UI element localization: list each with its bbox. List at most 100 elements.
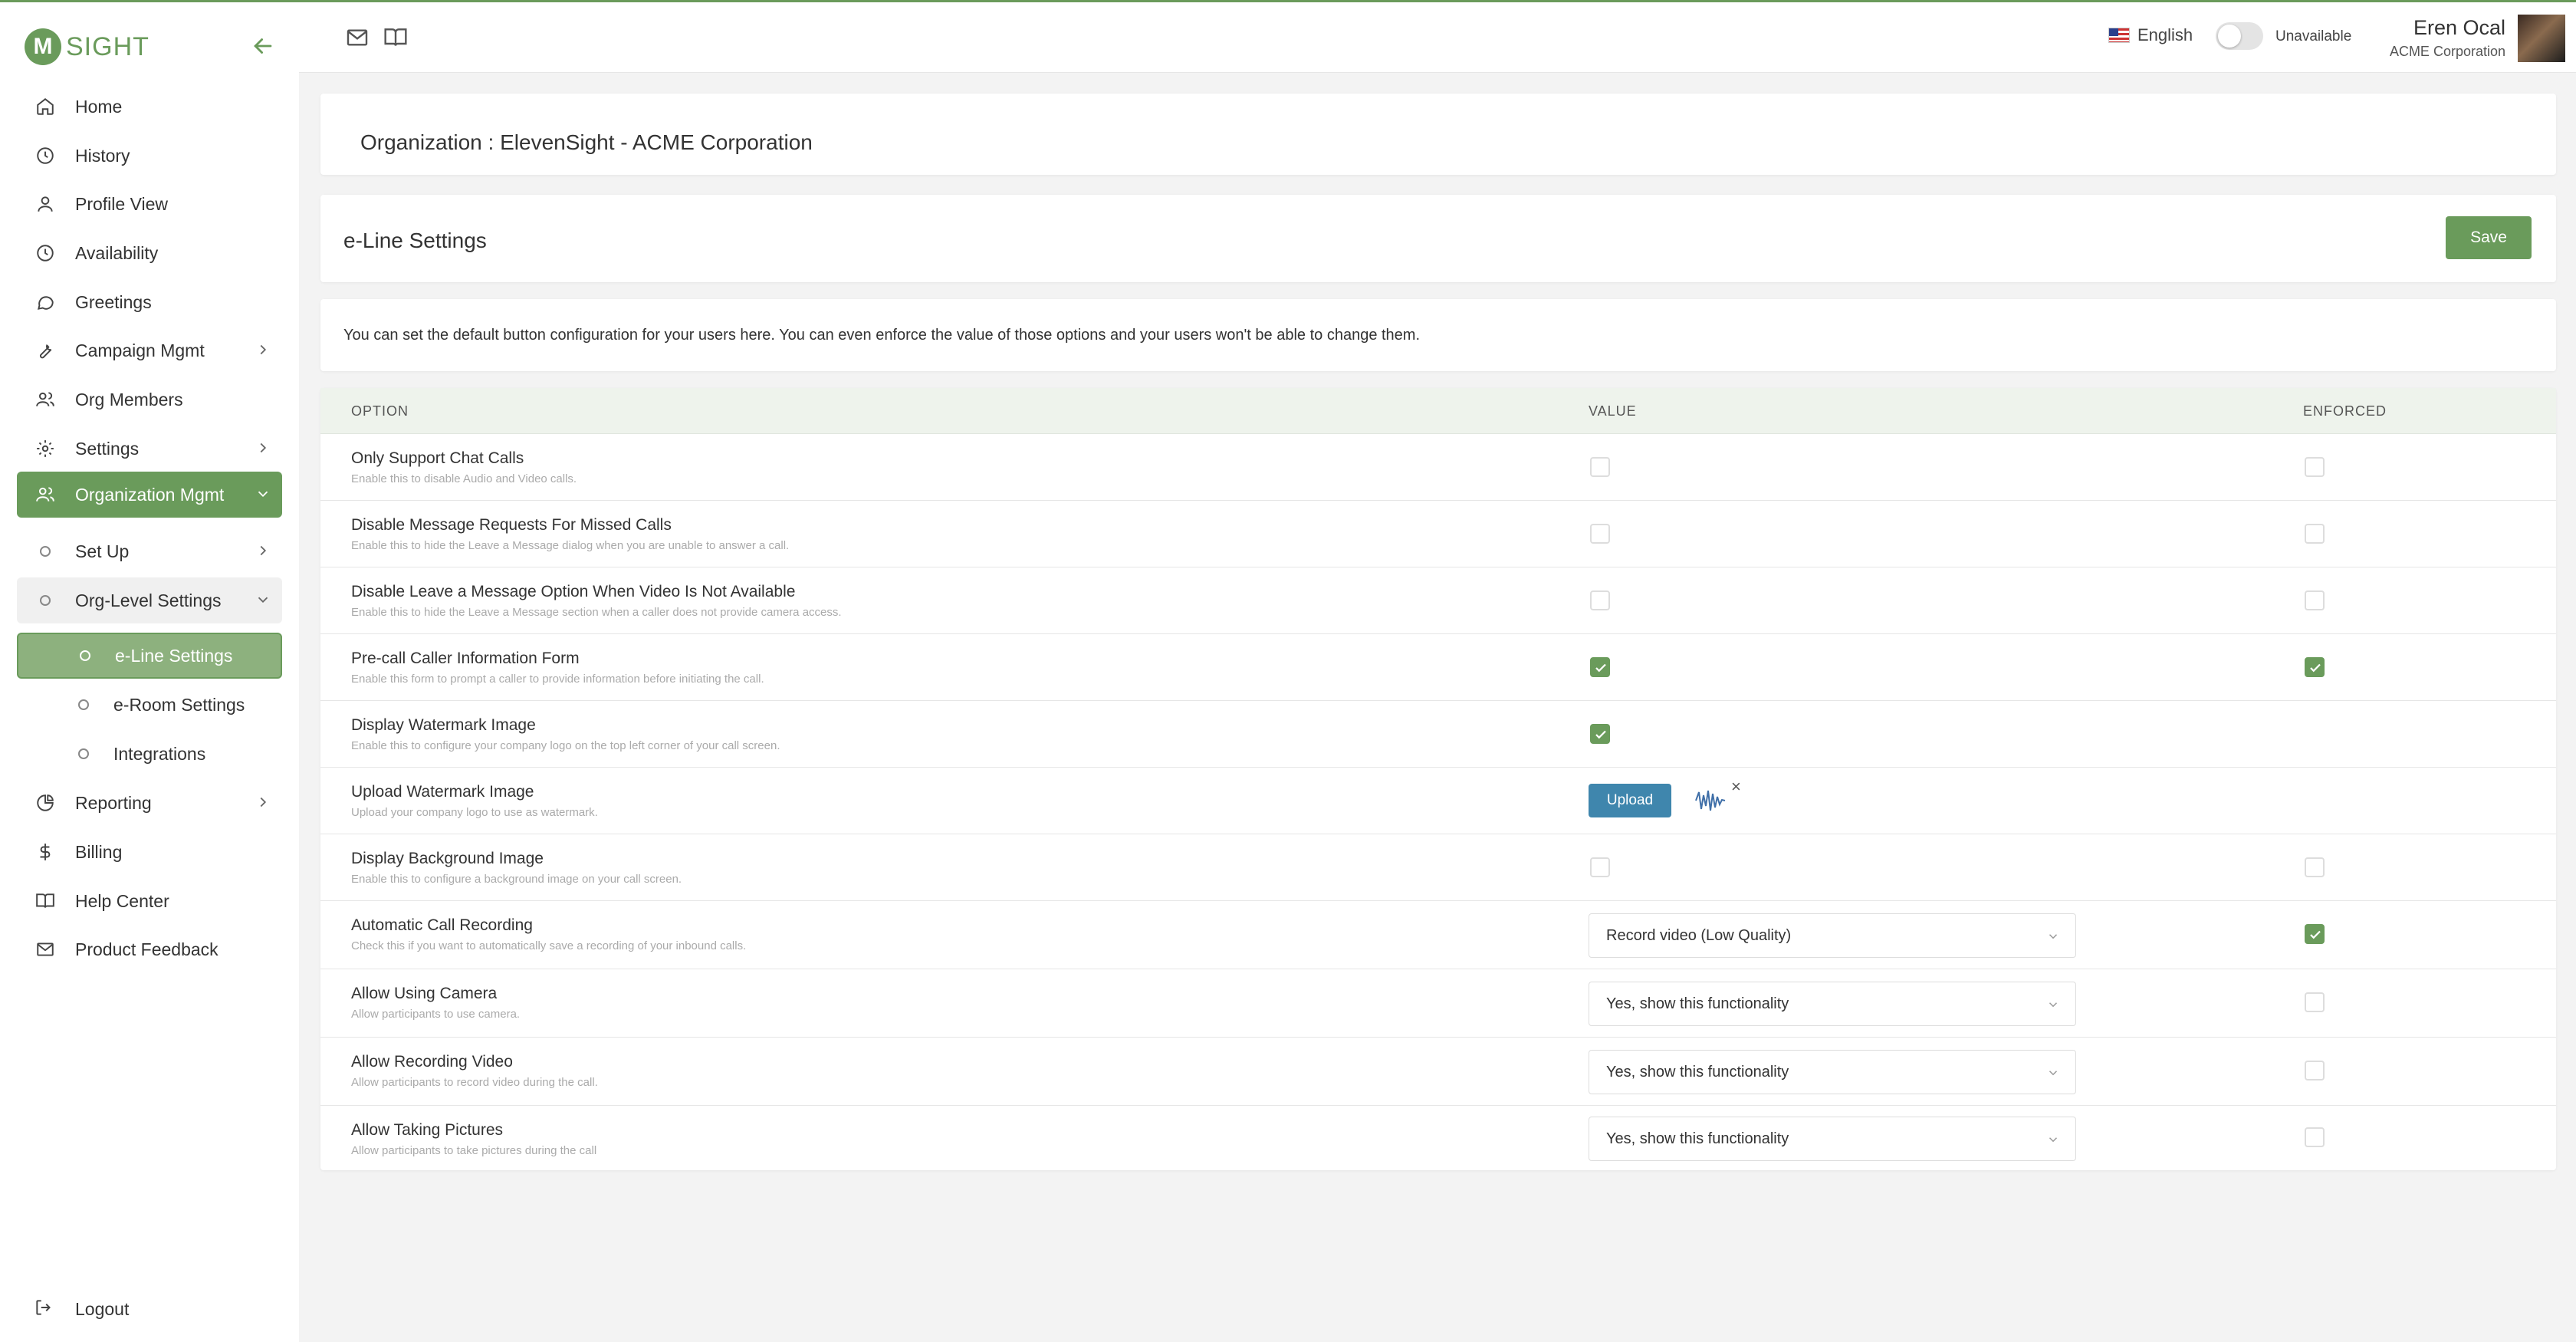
sidebar-item-campaign-mgmt[interactable]: Campaign Mgmt [17, 327, 282, 373]
sidebar-item-set-up[interactable]: Set Up [17, 528, 282, 574]
sidebar-item-label: Org-Level Settings [75, 590, 222, 610]
circle-icon [34, 540, 57, 563]
logo[interactable]: M SIGHT [25, 25, 150, 68]
table-row: Display Watermark Image Enable this to c… [320, 701, 2556, 768]
camera-select[interactable]: Yes, show this functionality [1589, 982, 2076, 1026]
option-title: Disable Message Requests For Missed Call… [351, 516, 672, 534]
enforced-checkbox[interactable] [2305, 657, 2325, 677]
chevron-down-icon [258, 597, 268, 604]
gear-icon [34, 437, 57, 460]
enforced-checkbox[interactable] [2305, 590, 2325, 610]
enforced-checkbox[interactable] [2305, 992, 2325, 1012]
sidebar-item-label: Reporting [75, 792, 152, 813]
option-title: Allow Using Camera [351, 985, 498, 1002]
clock-icon [34, 144, 57, 167]
sidebar-item-org-level-settings[interactable]: Org-Level Settings [17, 577, 282, 623]
option-description: Enable this to configure a background im… [351, 873, 682, 886]
sidebar-item-integrations[interactable]: Integrations [17, 731, 282, 777]
sidebar-item-availability[interactable]: Availability [17, 230, 282, 276]
sidebar-item-home[interactable]: Home [17, 84, 282, 130]
enforced-checkbox[interactable] [2305, 857, 2325, 877]
option-description: Enable this to hide the Leave a Message … [351, 539, 790, 552]
circle-icon [74, 644, 97, 667]
chevron-down-icon [258, 491, 268, 498]
logout-icon [34, 1298, 57, 1321]
option-title: Display Background Image [351, 850, 544, 867]
wrench-icon [34, 339, 57, 362]
sidebar-item-label: e-Room Settings [113, 694, 245, 715]
upload-button[interactable]: Upload [1589, 784, 1671, 817]
sidebar-item-e-room-settings[interactable]: e-Room Settings [17, 682, 282, 728]
value-checkbox[interactable] [1590, 590, 1610, 610]
enforced-checkbox[interactable] [2305, 524, 2325, 544]
sidebar-item-history[interactable]: History [17, 133, 282, 179]
select-value: Yes, show this functionality [1606, 1063, 1789, 1081]
user-org: ACME Corporation [2389, 44, 2505, 59]
option-description: Upload your company logo to use as water… [351, 806, 598, 819]
taking-pictures-select[interactable]: Yes, show this functionality [1589, 1117, 2076, 1161]
option-title: Allow Taking Pictures [351, 1121, 504, 1139]
value-checkbox[interactable] [1590, 724, 1610, 744]
option-description: Enable this to hide the Leave a Message … [351, 606, 842, 619]
chevron-right-icon [260, 545, 267, 556]
option-description: Enable this to disable Audio and Video c… [351, 472, 577, 485]
option-title: Disable Leave a Message Option When Vide… [351, 583, 796, 600]
users-icon [34, 388, 57, 411]
clock-icon [34, 242, 57, 265]
chevron-right-icon [260, 442, 267, 453]
sidebar-item-label: Availability [75, 242, 159, 263]
logout-button[interactable]: Logout [17, 1286, 129, 1332]
sidebar-item-product-feedback[interactable]: Product Feedback [17, 926, 282, 972]
call-recording-select[interactable]: Record video (Low Quality) [1589, 913, 2076, 958]
option-description: Allow participants to record video durin… [351, 1076, 598, 1089]
enforced-checkbox[interactable] [2305, 1061, 2325, 1081]
value-checkbox[interactable] [1590, 457, 1610, 477]
arrow-left-icon[interactable] [250, 33, 276, 59]
top-header: English Unavailable Eren Ocal ACME Corpo… [299, 2, 2576, 73]
option-title: Pre-call Caller Information Form [351, 650, 580, 667]
table-header: OPTION VALUE ENFORCED [320, 388, 2556, 434]
sidebar-item-org-members[interactable]: Org Members [17, 377, 282, 423]
user-name[interactable]: Eren Ocal [2413, 16, 2505, 40]
enforced-checkbox[interactable] [2305, 1127, 2325, 1147]
sidebar-item-e-line-settings[interactable]: e-Line Settings [17, 633, 282, 679]
sidebar-item-help-center[interactable]: Help Center [17, 878, 282, 924]
value-checkbox[interactable] [1590, 857, 1610, 877]
settings-header-card: e-Line Settings Save [320, 195, 2556, 282]
settings-description: You can set the default button configura… [343, 327, 1421, 344]
language-selector[interactable]: English [2108, 25, 2193, 45]
sidebar-item-label: e-Line Settings [115, 645, 233, 666]
value-checkbox[interactable] [1590, 524, 1610, 544]
circle-icon [72, 693, 95, 716]
column-header-value: VALUE [1589, 403, 1637, 419]
sidebar-item-label: Organization Mgmt [75, 484, 225, 505]
table-row: Only Support Chat Calls Enable this to d… [320, 434, 2556, 501]
option-description: Enable this form to prompt a caller to p… [351, 673, 764, 686]
logo-mark: M [25, 28, 61, 65]
sidebar-item-settings[interactable]: Settings [17, 426, 282, 472]
sidebar-item-label: Help Center [75, 890, 169, 911]
sidebar-item-greetings[interactable]: Greetings [17, 279, 282, 325]
table-row: Pre-call Caller Information Form Enable … [320, 634, 2556, 701]
pie-chart-icon [34, 791, 57, 814]
option-description: Allow participants to use camera. [351, 1008, 521, 1021]
table-row: Disable Message Requests For Missed Call… [320, 501, 2556, 567]
home-icon [34, 95, 57, 118]
sidebar-item-profile-view[interactable]: Profile View [17, 181, 282, 227]
save-button[interactable]: Save [2446, 216, 2532, 259]
enforced-checkbox[interactable] [2305, 924, 2325, 944]
dollar-icon [34, 840, 57, 863]
value-checkbox[interactable] [1590, 657, 1610, 677]
sidebar-item-organization-mgmt[interactable]: Organization Mgmt [17, 472, 282, 518]
recording-video-select[interactable]: Yes, show this functionality [1589, 1050, 2076, 1094]
avatar[interactable] [2518, 15, 2565, 62]
book-icon [34, 890, 57, 913]
enforced-checkbox[interactable] [2305, 457, 2325, 477]
mail-icon[interactable] [345, 25, 370, 50]
book-icon[interactable] [383, 25, 408, 50]
remove-watermark-button[interactable]: × [1731, 777, 1741, 797]
sidebar-item-label: Campaign Mgmt [75, 340, 205, 360]
availability-toggle[interactable] [2216, 22, 2263, 50]
sidebar-item-reporting[interactable]: Reporting [17, 780, 282, 826]
sidebar-item-billing[interactable]: Billing [17, 829, 282, 875]
